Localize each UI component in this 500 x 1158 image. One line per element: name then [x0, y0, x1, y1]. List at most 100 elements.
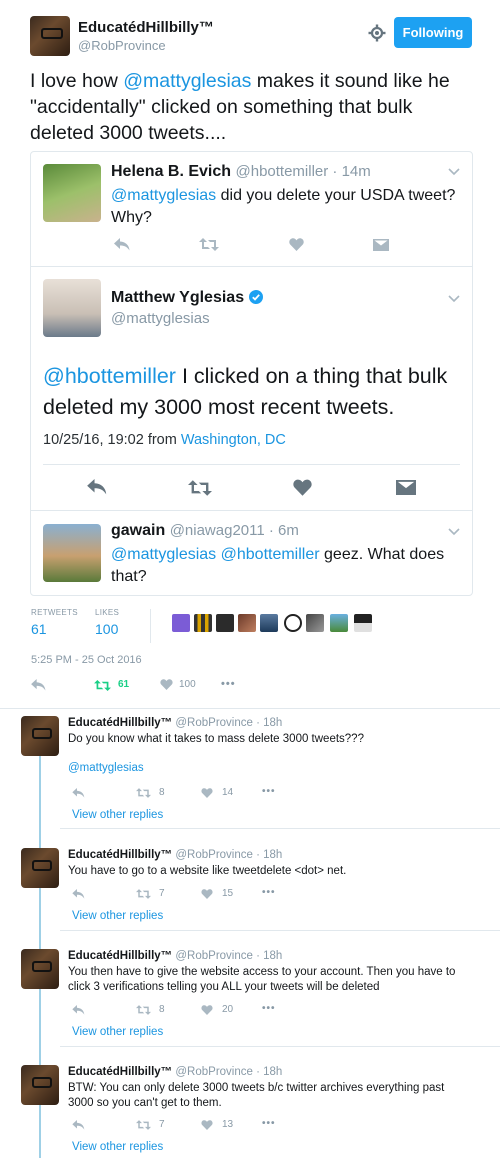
- reply-handle-time[interactable]: @RobProvince · 18h: [175, 1066, 282, 1078]
- reply-retweet-count: 7: [159, 1119, 165, 1130]
- following-button[interactable]: Following: [394, 17, 472, 48]
- chevron-down-icon[interactable]: [448, 295, 460, 303]
- reply-icon[interactable]: [72, 889, 85, 899]
- matt-avatar[interactable]: [43, 279, 101, 337]
- location-link[interactable]: Washington, DC: [181, 432, 286, 448]
- divider: [43, 464, 460, 465]
- reply-icon[interactable]: [31, 679, 46, 691]
- retweets-label: RETWEETS: [31, 608, 78, 617]
- heart-icon[interactable]: [289, 238, 304, 251]
- more-icon[interactable]: •••: [221, 678, 236, 690]
- more-icon[interactable]: •••: [262, 887, 276, 898]
- chevron-down-icon[interactable]: [448, 168, 460, 176]
- reply-icon[interactable]: [72, 1005, 85, 1015]
- author-avatar[interactable]: [30, 16, 70, 56]
- author-handle[interactable]: @RobProvince: [78, 38, 166, 53]
- heart-icon[interactable]: [201, 788, 213, 798]
- heart-icon[interactable]: [201, 1005, 213, 1015]
- retweet-icon[interactable]: [136, 1120, 151, 1130]
- liker-avatar[interactable]: [172, 614, 190, 632]
- mention-link[interactable]: @mattyglesias: [111, 546, 216, 563]
- gawain-avatar[interactable]: [43, 524, 101, 582]
- dm-icon[interactable]: [373, 239, 389, 251]
- more-icon[interactable]: •••: [262, 1118, 276, 1129]
- heart-icon[interactable]: [201, 1120, 213, 1130]
- matt-name-text: Matthew Yglesias: [111, 289, 245, 306]
- mention-link[interactable]: @hbottemiller: [221, 546, 320, 563]
- dm-icon[interactable]: [396, 480, 416, 495]
- liker-avatar[interactable]: [260, 614, 278, 632]
- reply-like-count: 15: [222, 888, 234, 899]
- reply-like-count: 14: [222, 787, 234, 798]
- retweet-icon[interactable]: [136, 788, 151, 798]
- helena-name[interactable]: Helena B. Evich: [111, 163, 231, 180]
- retweets-count[interactable]: 61: [31, 621, 47, 637]
- author-name[interactable]: EducatédHillbilly™: [78, 19, 214, 36]
- heart-icon[interactable]: [293, 479, 312, 496]
- helena-avatar[interactable]: [43, 164, 101, 222]
- gawain-handle-time[interactable]: @niawag2011 · 6m: [170, 522, 299, 539]
- view-other-replies-link[interactable]: View other replies: [72, 910, 163, 922]
- reply-header: EducatédHillbilly™ @RobProvince · 18h: [68, 849, 282, 861]
- reply-avatar[interactable]: [21, 1065, 59, 1105]
- retweet-icon[interactable]: [136, 1005, 151, 1015]
- gawain-name[interactable]: gawain: [111, 522, 165, 539]
- heart-icon[interactable]: [201, 889, 213, 899]
- tweet-text: I love how @mattyglesias makes it sound …: [30, 68, 475, 146]
- reply-avatar[interactable]: [21, 848, 59, 888]
- reply-avatar[interactable]: [21, 949, 59, 989]
- reply-mention[interactable]: @mattyglesias: [68, 762, 144, 774]
- likes-count[interactable]: 100: [95, 621, 118, 637]
- reply-handle-time[interactable]: @RobProvince · 18h: [175, 950, 282, 962]
- reply-like-count: 13: [222, 1119, 234, 1130]
- liker-avatar[interactable]: [194, 614, 212, 632]
- gear-icon[interactable]: [368, 24, 386, 42]
- liker-avatar[interactable]: [216, 614, 234, 632]
- divider: [0, 708, 500, 709]
- view-other-replies-link[interactable]: View other replies: [72, 809, 163, 821]
- mention-link[interactable]: @mattyglesias: [111, 187, 216, 204]
- helena-handle-time[interactable]: @hbottemiller · 14m: [236, 163, 371, 180]
- mention-link[interactable]: @mattyglesias: [123, 70, 251, 92]
- tweet-text-part: I love how: [30, 70, 124, 92]
- mention-link[interactable]: @hbottemiller: [43, 364, 176, 388]
- reply-retweet-count: 8: [159, 1004, 165, 1015]
- more-icon[interactable]: •••: [262, 786, 276, 797]
- reply-icon[interactable]: [72, 1120, 85, 1130]
- reply-text: Do you know what it takes to mass delete…: [68, 733, 364, 745]
- reply-icon[interactable]: [87, 479, 107, 495]
- view-other-replies-link[interactable]: View other replies: [72, 1141, 163, 1153]
- liker-avatar[interactable]: [238, 614, 256, 632]
- reply-icon[interactable]: [72, 788, 85, 798]
- retweet-icon[interactable]: [136, 889, 151, 899]
- matt-handle[interactable]: @mattyglesias: [111, 310, 210, 327]
- reply-author-name[interactable]: EducatédHillbilly™: [68, 849, 172, 861]
- reply-author-name[interactable]: EducatédHillbilly™: [68, 950, 172, 962]
- liker-avatar[interactable]: [354, 614, 372, 632]
- tweet-timestamp[interactable]: 5:25 PM - 25 Oct 2016: [31, 654, 142, 666]
- gawain-header: gawain @niawag2011 · 6m: [111, 522, 299, 540]
- divider: [60, 1046, 500, 1047]
- matt-name[interactable]: Matthew Yglesias: [111, 289, 264, 307]
- retweet-icon[interactable]: [199, 238, 219, 251]
- chevron-down-icon[interactable]: [448, 528, 460, 536]
- reply-author-name[interactable]: EducatédHillbilly™: [68, 717, 172, 729]
- helena-tweet-text: @mattyglesias did you delete your USDA t…: [111, 185, 456, 229]
- reply-author-name[interactable]: EducatédHillbilly™: [68, 1066, 172, 1078]
- view-other-replies-link[interactable]: View other replies: [72, 1026, 163, 1038]
- reply-header: EducatédHillbilly™ @RobProvince · 18h: [68, 717, 282, 729]
- reply-icon[interactable]: [114, 238, 130, 251]
- gawain-tweet-text: @mattyglesias @hbottemiller geez. What d…: [111, 544, 456, 588]
- retweet-icon[interactable]: [94, 680, 111, 691]
- reply-handle-time[interactable]: @RobProvince · 18h: [175, 717, 282, 729]
- retweet-icon[interactable]: [188, 480, 212, 496]
- date-text: 10/25/16, 19:02 from: [43, 432, 181, 448]
- heart-icon[interactable]: [160, 679, 173, 690]
- liker-avatar[interactable]: [306, 614, 324, 632]
- liker-avatar[interactable]: [330, 614, 348, 632]
- reply-avatar[interactable]: [21, 716, 59, 756]
- liker-avatar[interactable]: [284, 614, 302, 632]
- reply-handle-time[interactable]: @RobProvince · 18h: [175, 849, 282, 861]
- more-icon[interactable]: •••: [262, 1003, 276, 1014]
- reply-retweet-count: 7: [159, 888, 165, 899]
